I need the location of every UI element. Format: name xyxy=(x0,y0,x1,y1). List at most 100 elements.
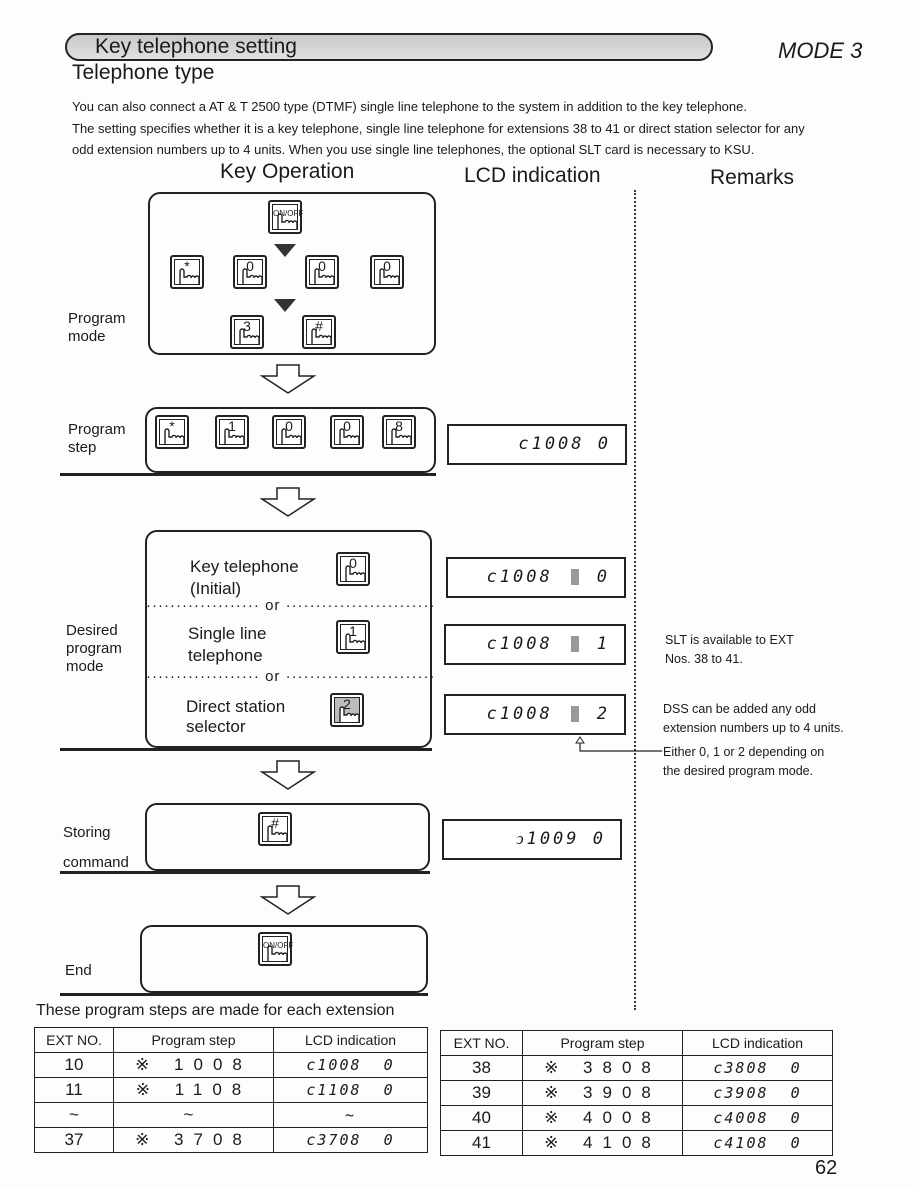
storing-box xyxy=(145,803,430,871)
down-arrow-icon xyxy=(260,760,316,790)
lcd-dss: c1008 2 xyxy=(444,694,626,735)
remark-either: Either 0, 1 or 2 depending on the desired… xyxy=(663,743,824,781)
lcd-single-line: c1008 1 xyxy=(444,624,626,665)
subtitle: Telephone type xyxy=(72,61,215,84)
lcd-indication: c3808 0 xyxy=(682,1055,833,1081)
lcd-text: 0 xyxy=(596,567,610,587)
program-step: ※ 4008 xyxy=(522,1105,683,1131)
or-separator: ··················· or ·················… xyxy=(146,668,436,685)
lcd-text: 1 xyxy=(596,634,610,654)
divider xyxy=(60,748,432,751)
ext-no: 10 xyxy=(34,1052,114,1078)
down-arrow-icon xyxy=(260,487,316,517)
ext-no: 38 xyxy=(440,1055,523,1081)
th: EXT NO. xyxy=(34,1027,114,1053)
lcd-indication: c4108 0 xyxy=(682,1130,833,1156)
lcd-text: c1008 xyxy=(486,567,553,587)
label-desired-mode: Desired program mode xyxy=(66,622,122,675)
lcd-indication: c3708 0 xyxy=(273,1127,428,1153)
ext-no: 37 xyxy=(34,1127,114,1153)
lcd-text: 2 xyxy=(596,704,610,724)
lcd-indication: c4008 0 xyxy=(682,1105,833,1131)
th: EXT NO. xyxy=(440,1030,523,1056)
lcd-indication: c1008 0 xyxy=(273,1052,428,1078)
or-separator: ··················· or ·················… xyxy=(146,597,436,614)
intro-line: You can also connect a AT & T 2500 type … xyxy=(72,99,747,114)
col-key-operation: Key Operation xyxy=(220,160,355,183)
extension-table-2: EXT NO. Program step LCD indication 38 ※ 38… xyxy=(440,1030,833,1156)
option-text: Single line xyxy=(188,624,267,643)
option-text: Direct station xyxy=(186,697,286,716)
ext-no: 11 xyxy=(34,1077,114,1103)
lcd-program-step: c1008 0 xyxy=(447,424,627,465)
table-row: 40 ※ 4008 c4008 0 xyxy=(440,1105,833,1131)
label-storing: Storing command xyxy=(63,824,129,871)
down-arrow-icon xyxy=(260,364,316,394)
table-row: 41 ※ 4108 c4108 0 xyxy=(440,1130,833,1156)
or-text: or xyxy=(265,597,281,614)
intro-line: The setting specifies whether it is a ke… xyxy=(72,120,805,136)
cursor-block xyxy=(570,569,579,585)
lcd-indication: c1108 0 xyxy=(273,1077,428,1103)
section-title: Key telephone setting xyxy=(65,33,713,61)
program-step: ※ 1108 xyxy=(113,1077,274,1103)
th: Program step xyxy=(113,1027,274,1053)
key-star-icon: * xyxy=(170,255,204,289)
extension-note: These program steps are made for each ex… xyxy=(36,1002,395,1019)
key-zero-icon: 0 xyxy=(233,255,267,289)
program-step: ※ 4108 xyxy=(522,1130,683,1156)
remark-text: DSS can be added any odd xyxy=(663,702,816,716)
divider xyxy=(60,473,436,476)
col-lcd: LCD indication xyxy=(464,164,601,187)
key-three-icon: 3 xyxy=(230,315,264,349)
ext-no: 41 xyxy=(440,1130,523,1156)
ext-no: ~ xyxy=(34,1102,114,1128)
divider xyxy=(60,993,428,996)
cursor-block xyxy=(570,706,579,722)
pointer-arrow-icon xyxy=(575,736,662,752)
label-program-mode: Program mode xyxy=(68,310,126,345)
table-row: 39 ※ 3908 c3908 0 xyxy=(440,1080,833,1106)
down-triangle-icon xyxy=(274,299,296,312)
down-arrow-icon xyxy=(260,885,316,915)
program-step: ※ 3908 xyxy=(522,1080,683,1106)
column-divider xyxy=(634,190,636,1010)
lcd-text: c1008 xyxy=(486,634,553,654)
remark-text: extension numbers up to 4 units. xyxy=(663,721,844,735)
option-single-line: Single line telephone xyxy=(188,623,266,667)
program-step-box xyxy=(145,407,436,473)
ext-no: 39 xyxy=(440,1080,523,1106)
program-step: ~ xyxy=(113,1102,274,1128)
label-end: End xyxy=(65,962,92,979)
intro-line: odd extension numbers up to 4 units. Whe… xyxy=(72,142,755,157)
cursor-block xyxy=(570,636,579,652)
program-step: ※ 1008 xyxy=(113,1052,274,1078)
program-step: ※ 3808 xyxy=(522,1055,683,1081)
option-text: Key telephone xyxy=(190,557,299,576)
remark-text: Nos. 38 to 41. xyxy=(665,652,743,666)
table-row: 37 ※ 3708 c3708 0 xyxy=(34,1127,428,1153)
key-hash-icon: # xyxy=(302,315,336,349)
remark-slt: SLT is available to EXT Nos. 38 to 41. xyxy=(665,631,794,669)
extension-table-1: EXT NO. Program step LCD indication 10 ※ 10… xyxy=(34,1027,428,1153)
th: LCD indication xyxy=(682,1030,833,1056)
table-row: 38 ※ 3808 c3808 0 xyxy=(440,1055,833,1081)
remark-text: SLT is available to EXT xyxy=(665,633,794,647)
col-remarks: Remarks xyxy=(710,166,795,189)
lcd-key-telephone: c1008 0 xyxy=(446,557,626,598)
option-key-telephone: Key telephone (Initial) xyxy=(190,556,299,600)
th: Program step xyxy=(522,1030,683,1056)
lcd-indication: ~ xyxy=(273,1102,428,1128)
lcd-indication: c3908 0 xyxy=(682,1080,833,1106)
key-zero-icon: 0 xyxy=(370,255,404,289)
option-text: selector xyxy=(186,717,246,736)
option-text: telephone xyxy=(188,646,263,665)
label-program-step: Program step xyxy=(68,421,126,456)
end-box xyxy=(140,925,428,993)
ext-no: 40 xyxy=(440,1105,523,1131)
program-step: ※ 3708 xyxy=(113,1127,274,1153)
mode-label: MODE 3 xyxy=(778,38,863,63)
down-triangle-icon xyxy=(274,244,296,257)
lcd-storing: ↄ1009 0 xyxy=(442,819,622,860)
page-number: 62 xyxy=(815,1157,838,1179)
